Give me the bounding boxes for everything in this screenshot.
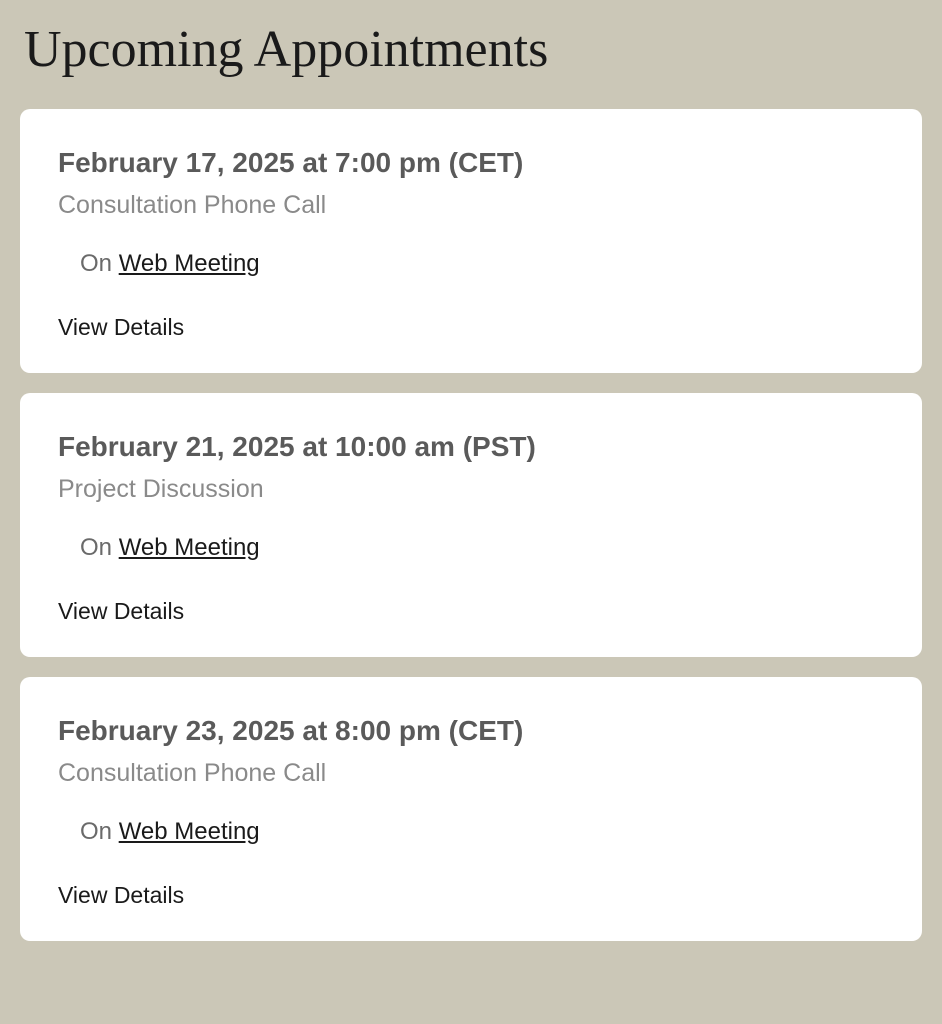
web-meeting-link[interactable]: Web Meeting bbox=[119, 818, 260, 845]
appointment-card: February 17, 2025 at 7:00 pm (CET) Consu… bbox=[20, 109, 922, 373]
appointment-card: February 21, 2025 at 10:00 am (PST) Proj… bbox=[20, 393, 922, 657]
appointment-datetime: February 23, 2025 at 8:00 pm (CET) bbox=[58, 715, 884, 747]
web-meeting-link[interactable]: Web Meeting bbox=[119, 250, 260, 277]
appointment-datetime: February 21, 2025 at 10:00 am (PST) bbox=[58, 431, 884, 463]
appointment-location: On Web Meeting bbox=[80, 250, 884, 278]
location-prefix: On bbox=[80, 534, 119, 561]
view-details-link[interactable]: View Details bbox=[58, 314, 184, 341]
location-prefix: On bbox=[80, 818, 119, 845]
view-details-link[interactable]: View Details bbox=[58, 598, 184, 625]
appointment-location: On Web Meeting bbox=[80, 534, 884, 562]
page-title: Upcoming Appointments bbox=[24, 20, 922, 79]
appointment-type: Consultation Phone Call bbox=[58, 759, 884, 788]
appointment-location: On Web Meeting bbox=[80, 818, 884, 846]
appointments-list: February 17, 2025 at 7:00 pm (CET) Consu… bbox=[20, 109, 922, 941]
appointment-card: February 23, 2025 at 8:00 pm (CET) Consu… bbox=[20, 677, 922, 941]
view-details-link[interactable]: View Details bbox=[58, 882, 184, 909]
location-prefix: On bbox=[80, 250, 119, 277]
appointment-datetime: February 17, 2025 at 7:00 pm (CET) bbox=[58, 147, 884, 179]
appointment-type: Project Discussion bbox=[58, 475, 884, 504]
appointment-type: Consultation Phone Call bbox=[58, 191, 884, 220]
web-meeting-link[interactable]: Web Meeting bbox=[119, 534, 260, 561]
